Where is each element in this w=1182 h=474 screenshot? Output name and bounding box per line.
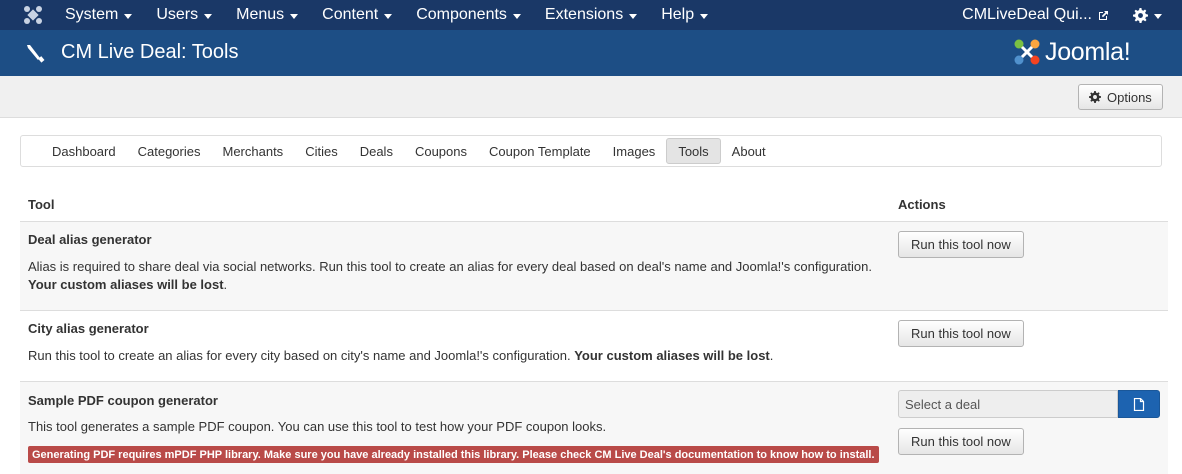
tab-coupon-template[interactable]: Coupon Template xyxy=(478,138,602,164)
menu-extensions[interactable]: Extensions xyxy=(533,0,649,30)
tool-name: City alias generator xyxy=(28,321,149,336)
user-menu[interactable] xyxy=(1133,7,1162,23)
tab-tools[interactable]: Tools xyxy=(666,138,721,164)
caret-down-icon xyxy=(512,13,521,19)
page-title: CM Live Deal: Tools xyxy=(61,41,239,63)
site-link[interactable]: CMLiveDeal Qui... xyxy=(962,6,1109,24)
run-city-alias-button[interactable]: Run this tool now xyxy=(898,320,1024,347)
tool-description-end: . xyxy=(223,277,228,292)
menu-label: Help xyxy=(661,6,695,23)
menu-label: Menus xyxy=(236,6,285,23)
joomla-logo: Joomla! xyxy=(1012,35,1131,69)
menu-components[interactable]: Components xyxy=(404,0,533,30)
main-menu: System Users Menus Content Components Ex… xyxy=(53,0,720,30)
caret-down-icon xyxy=(204,13,213,19)
table-row: City alias generator Run this tool to cr… xyxy=(20,311,1168,382)
top-navbar: System Users Menus Content Components Ex… xyxy=(0,0,1182,30)
options-label: Options xyxy=(1107,89,1152,105)
tab-about[interactable]: About xyxy=(721,138,777,164)
options-button[interactable]: Options xyxy=(1078,84,1163,110)
page-header: CM Live Deal: Tools Joomla! xyxy=(0,30,1182,76)
tool-description-warning: Your custom aliases will be lost xyxy=(574,348,770,363)
joomla-logo-icon xyxy=(1014,39,1040,65)
tool-name: Sample PDF coupon generator xyxy=(28,393,218,408)
tool-name: Deal alias generator xyxy=(28,232,152,247)
menu-label: Users xyxy=(156,6,199,23)
tab-categories[interactable]: Categories xyxy=(127,138,212,164)
gear-icon xyxy=(1133,7,1148,23)
tool-description: This tool generates a sample PDF coupon.… xyxy=(28,419,607,434)
joomla-logo-text: Joomla! xyxy=(1045,37,1131,66)
tool-description: Alias is required to share deal via soci… xyxy=(28,258,888,294)
caret-down-icon xyxy=(290,13,299,19)
external-link-icon xyxy=(1099,10,1108,20)
column-header-tool: Tool xyxy=(28,197,55,212)
table-row: Sample PDF coupon generator This tool ge… xyxy=(20,382,1168,474)
deal-select: Select a deal xyxy=(898,390,1160,418)
tab-images[interactable]: Images xyxy=(602,138,667,164)
tool-description-text: Alias is required to share deal via soci… xyxy=(28,259,872,274)
run-deal-alias-button[interactable]: Run this tool now xyxy=(898,231,1024,258)
tab-cities[interactable]: Cities xyxy=(294,138,349,164)
toolbar: Options xyxy=(0,76,1182,118)
tool-description-text: Run this tool to create an alias for eve… xyxy=(28,348,571,363)
menu-help[interactable]: Help xyxy=(649,0,720,30)
menu-system[interactable]: System xyxy=(53,0,144,30)
caret-down-icon xyxy=(384,13,393,19)
tab-dashboard[interactable]: Dashboard xyxy=(41,138,127,164)
navbar-right: CMLiveDeal Qui... xyxy=(962,0,1182,30)
caret-down-icon xyxy=(629,13,638,19)
mpdf-warning-badge: Generating PDF requires mPDF PHP library… xyxy=(28,446,879,463)
table-header: Tool Actions xyxy=(20,186,1168,222)
tools-table: Tool Actions Deal alias generator Alias … xyxy=(20,186,1168,474)
run-pdf-coupon-button[interactable]: Run this tool now xyxy=(898,428,1024,455)
menu-label: System xyxy=(65,6,119,23)
submenu-tabs: Dashboard Categories Merchants Cities De… xyxy=(20,135,1162,167)
tab-coupons[interactable]: Coupons xyxy=(404,138,478,164)
file-icon xyxy=(1133,397,1145,411)
tab-merchants[interactable]: Merchants xyxy=(211,138,294,164)
tool-description: Run this tool to create an alias for eve… xyxy=(28,347,888,365)
gear-icon xyxy=(1089,91,1101,103)
menu-content[interactable]: Content xyxy=(310,0,404,30)
tab-deals[interactable]: Deals xyxy=(349,138,404,164)
deal-select-input[interactable]: Select a deal xyxy=(898,390,1118,418)
site-link-label: CMLiveDeal Qui... xyxy=(962,6,1092,23)
caret-down-icon xyxy=(124,13,133,19)
select-deal-button[interactable] xyxy=(1118,390,1160,418)
tool-description-warning: Your custom aliases will be lost xyxy=(28,277,224,292)
table-row: Deal alias generator Alias is required t… xyxy=(20,222,1168,311)
joomla-icon[interactable] xyxy=(22,4,44,26)
menu-menus[interactable]: Menus xyxy=(224,0,310,30)
caret-down-icon xyxy=(700,13,709,19)
menu-label: Content xyxy=(322,6,379,23)
menu-label: Extensions xyxy=(544,6,624,23)
caret-down-icon xyxy=(1154,13,1162,19)
menu-label: Components xyxy=(416,6,507,23)
column-header-actions: Actions xyxy=(898,197,946,212)
wrench-icon xyxy=(27,45,45,63)
menu-users[interactable]: Users xyxy=(144,0,224,30)
tool-description-end: . xyxy=(769,348,774,363)
